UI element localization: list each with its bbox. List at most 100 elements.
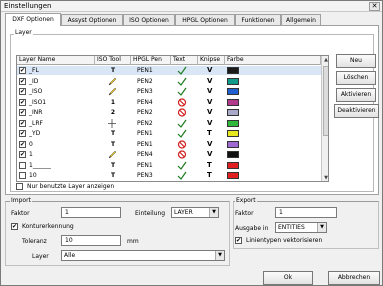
scroll-down-arrow-icon[interactable]: ▼ (322, 174, 328, 181)
checkmark-icon[interactable] (177, 161, 189, 170)
color-swatch[interactable] (227, 98, 239, 106)
forbidden-icon[interactable] (177, 108, 189, 117)
activate-layer-button[interactable]: Aktivieren (336, 88, 376, 102)
color-cell[interactable] (227, 87, 241, 96)
table-row[interactable]: ✔ _ISO PEN3 V (17, 87, 322, 96)
color-cell[interactable] (227, 150, 241, 159)
close-button[interactable]: ✕ (369, 2, 380, 11)
table-row[interactable]: ✔ _YD T PEN1 T (17, 129, 322, 138)
knipse-value[interactable]: V (207, 87, 212, 96)
table-row[interactable]: 1______ T PEN1 T (17, 161, 322, 170)
knipse-value[interactable]: T (207, 129, 212, 138)
knipse-value[interactable]: V (207, 108, 212, 117)
table-row[interactable]: 10 T PEN3 T (17, 171, 322, 180)
knipse-value[interactable]: V (207, 150, 212, 159)
column-header-text[interactable]: Text (171, 56, 198, 65)
knipse-value[interactable]: V (207, 140, 212, 149)
import-factor-input[interactable]: 1 (61, 207, 121, 218)
chevron-down-icon[interactable]: ▼ (215, 251, 224, 260)
column-header-color[interactable]: Farbe (225, 56, 321, 65)
color-swatch[interactable] (227, 88, 239, 95)
delete-layer-button[interactable]: Löschen (336, 71, 376, 85)
color-swatch[interactable] (227, 130, 239, 137)
checkmark-icon[interactable] (177, 77, 189, 86)
checkmark-icon[interactable] (177, 66, 189, 75)
color-cell[interactable] (227, 66, 241, 75)
table-row[interactable]: ✔ _ISO1 1 PEN4 V (17, 98, 322, 107)
knipse-value[interactable]: V (207, 77, 212, 86)
layer-table-scrollbar[interactable]: ▲ ▼ (321, 56, 328, 181)
knipse-value[interactable]: V (207, 119, 212, 128)
knipse-value[interactable]: T (207, 171, 212, 180)
new-layer-button[interactable]: Neu (336, 54, 376, 68)
color-cell[interactable] (227, 140, 241, 149)
layer-visible-checkbox[interactable]: ✔ (19, 67, 26, 74)
cancel-button[interactable]: Abbrechen (328, 271, 380, 285)
color-swatch[interactable] (227, 119, 239, 127)
layer-visible-checkbox[interactable]: ✔ (19, 119, 26, 127)
import-layer-select[interactable]: Alle ▼ (61, 250, 225, 261)
column-header-hpgl-pen[interactable]: HPGL Pen (131, 56, 171, 65)
export-output-label: Ausgabe in (235, 225, 269, 232)
import-division-select[interactable]: LAYER ▼ (171, 207, 219, 218)
color-swatch[interactable] (227, 67, 239, 74)
forbidden-icon[interactable] (177, 97, 189, 107)
color-cell[interactable] (227, 119, 241, 128)
tool-glyph: 1 (110, 98, 116, 106)
color-swatch[interactable] (227, 140, 239, 148)
export-factor-input[interactable]: 1 (275, 207, 337, 218)
knipse-value[interactable]: T (207, 161, 212, 170)
layer-visible-checkbox[interactable]: ✔ (19, 109, 26, 116)
forbidden-icon[interactable] (177, 150, 189, 159)
contour-detection-checkbox[interactable]: ✔ (11, 223, 18, 230)
column-header-iso-tool[interactable]: ISO Tool (95, 56, 131, 65)
layer-visible-checkbox[interactable]: ✔ (19, 88, 26, 95)
layer-visible-checkbox[interactable]: ✔ (19, 98, 26, 106)
chevron-down-icon[interactable]: ▼ (209, 208, 218, 217)
column-header-layer-name[interactable]: Layer Name (17, 56, 95, 65)
ok-button[interactable]: Ok (263, 271, 313, 285)
tolerance-input[interactable]: 10 (61, 235, 121, 246)
layer-visible-checkbox[interactable]: ✔ (19, 77, 26, 85)
table-row[interactable]: ✔ _ID PEN2 V (17, 77, 322, 86)
checkmark-icon[interactable] (177, 87, 189, 96)
color-cell[interactable] (227, 108, 241, 117)
checkmark-icon[interactable] (177, 171, 189, 180)
color-cell[interactable] (227, 77, 241, 86)
scrollbar-thumb[interactable] (323, 66, 328, 136)
color-swatch[interactable] (227, 151, 239, 158)
color-swatch[interactable] (227, 109, 239, 116)
color-cell[interactable] (227, 129, 241, 138)
deactivate-layer-button[interactable]: Deaktivieren (334, 104, 379, 118)
layer-visible-checkbox[interactable]: ✔ (19, 140, 26, 148)
color-cell[interactable] (227, 171, 241, 180)
table-row[interactable]: ✔ 1 PEN4 V (17, 150, 322, 159)
scroll-up-arrow-icon[interactable]: ▲ (322, 56, 328, 64)
layer-visible-checkbox[interactable]: ✔ (19, 151, 26, 158)
hpgl-pen: PEN1 (137, 161, 153, 169)
export-output-select[interactable]: ENTITIES ▼ (275, 222, 327, 233)
table-row[interactable]: ✔ _LRF PEN2 V (17, 118, 322, 128)
checkmark-icon[interactable] (177, 129, 189, 138)
layer-visible-checkbox[interactable] (19, 172, 26, 179)
color-cell[interactable] (227, 161, 241, 170)
color-swatch[interactable] (227, 77, 239, 85)
vectorize-linetypes-checkbox[interactable]: ✔ (235, 237, 242, 244)
layer-visible-checkbox[interactable] (19, 161, 26, 169)
column-header-knipse[interactable]: Knipse (198, 56, 225, 65)
only-used-layers-checkbox[interactable] (16, 183, 23, 190)
knipse-value[interactable]: V (207, 66, 212, 75)
table-row[interactable]: ✔ 0 T PEN1 V (17, 140, 322, 149)
forbidden-icon[interactable] (177, 139, 189, 149)
table-row[interactable]: ✔ _FL T PEN1 V (17, 66, 322, 75)
knipse-value[interactable]: V (207, 98, 212, 107)
hpgl-pen: PEN1 (137, 67, 153, 74)
tab-dxf-options[interactable]: DXF Optionen (5, 13, 61, 26)
color-cell[interactable] (227, 98, 241, 107)
checkmark-icon[interactable] (177, 119, 189, 128)
color-swatch[interactable] (227, 172, 239, 179)
layer-visible-checkbox[interactable]: ✔ (19, 130, 26, 137)
table-row[interactable]: ✔ _INR 2 PEN2 V (17, 108, 322, 117)
color-swatch[interactable] (227, 161, 239, 169)
chevron-down-icon[interactable]: ▼ (317, 223, 326, 232)
